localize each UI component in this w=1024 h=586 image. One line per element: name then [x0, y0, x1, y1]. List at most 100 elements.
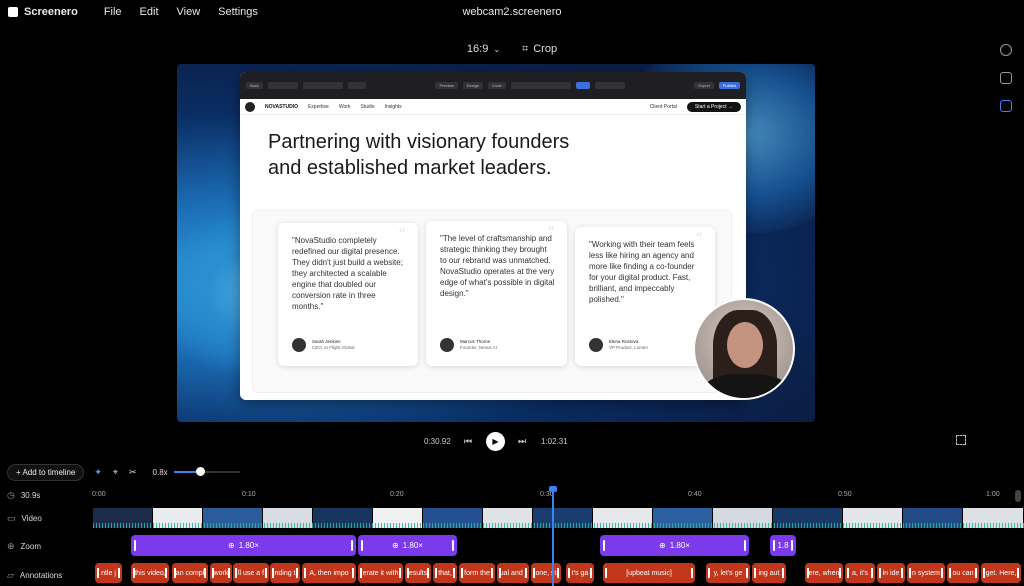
focus-icon[interactable]: ⌖	[113, 467, 118, 478]
site-brand: NOVASTUDIO	[265, 103, 298, 110]
zoom-segment[interactable]: 1.8	[770, 535, 796, 556]
zoom-segment-label: 1.8	[777, 541, 789, 550]
annotation-segment[interactable]: [upbeat music]	[603, 563, 695, 583]
menu-view[interactable]: View	[177, 6, 201, 18]
time-ruler: ◷ 30.9s 0:00 0:10 0:20 0:30 0:40 0:50 1:0…	[0, 488, 1024, 502]
avatar	[440, 338, 454, 352]
chip	[575, 82, 590, 89]
fullscreen-icon[interactable]	[956, 435, 966, 445]
testimonial-author: Sarah Jenkins CEO, In Flight Global	[292, 338, 355, 352]
video-icon: ▭	[7, 513, 16, 523]
annotation-segment[interactable]: form the	[459, 563, 495, 583]
editor-toolbar: 16:9 ⌄ ⌗ Crop	[0, 40, 1024, 58]
video-track[interactable]	[93, 508, 1024, 528]
zoom-segment[interactable]: ⊕ 1.80×	[600, 535, 749, 556]
palette-icon[interactable]	[1000, 44, 1012, 56]
zoom-segment-label: 1.80×	[669, 541, 690, 550]
play-button[interactable]: ▶	[486, 432, 505, 451]
annotation-segment[interactable]: t's ga	[566, 563, 594, 583]
annotation-segment[interactable]: this video,	[131, 563, 169, 583]
testimonial-quote: "Working with their team feels less like…	[589, 240, 695, 304]
annotation-segment[interactable]: that,	[433, 563, 457, 583]
tab-code: Code	[488, 82, 506, 89]
annotation-segment[interactable]: work	[210, 563, 232, 583]
clock-icon: ◷	[7, 490, 15, 500]
duration-value: 30.9s	[20, 491, 41, 500]
timeline-zoom-slider[interactable]	[173, 467, 240, 476]
zoom-segment[interactable]: ⊕ 1.80×	[358, 535, 457, 556]
annotation-segment[interactable]: y, let's ge	[706, 563, 750, 583]
annotation-segment[interactable]: a, it's	[845, 563, 875, 583]
scissors-icon[interactable]: ✂	[129, 467, 137, 478]
annotation-segment[interactable]: in ide	[877, 563, 905, 583]
add-to-timeline-button[interactable]: + Add to timeline	[7, 463, 85, 481]
annotation-segment[interactable]: ual and j	[497, 563, 529, 583]
annotation-segment[interactable]: esults	[405, 563, 431, 583]
site-logo-icon	[245, 101, 255, 112]
duration-label: ◷ 30.9s	[7, 490, 40, 501]
screen-icon[interactable]	[1000, 100, 1012, 112]
annotation-segment[interactable]: n system	[907, 563, 945, 583]
aspect-ratio-value: 16:9	[466, 43, 489, 55]
menu-edit[interactable]: Edit	[140, 6, 159, 18]
annotation-icon: ▱	[7, 570, 14, 580]
annotation-segment[interactable]: erate it with	[358, 563, 403, 583]
menu-file[interactable]: File	[104, 6, 122, 18]
webcam-face	[727, 322, 763, 368]
skip-back-icon[interactable]: ⏮	[464, 436, 472, 447]
webcam-overlay[interactable]	[693, 298, 795, 400]
ruler-tick: 0:00	[92, 491, 106, 498]
chip	[594, 82, 625, 89]
annotation-segment[interactable]: nding t	[270, 563, 300, 583]
zoom-segment[interactable]: ⊕ 1.80×	[131, 535, 356, 556]
testimonial-author: Marcus Thorne Founder, Nexus AI	[440, 338, 497, 352]
right-sidebar	[1000, 44, 1012, 112]
client-portal-link: Client Portal	[649, 103, 677, 110]
timeline-zoom-value: 0.8x	[152, 467, 168, 477]
zoom-segment-label: 1.80×	[238, 541, 259, 550]
aspect-ratio-select[interactable]: 16:9 ⌄	[467, 43, 500, 55]
crop-button[interactable]: ⌗ Crop	[522, 43, 557, 56]
site-nav: NOVASTUDIO Expertise Work Studio Insight…	[240, 99, 746, 115]
site-link: Studio	[360, 103, 375, 110]
playback-controls: 0:30.92 ⏮ ▶ ⏭ 1:02.31	[0, 432, 1024, 451]
add-to-timeline-label: Add to timeline	[22, 467, 76, 477]
track-label-video: ▭ Video	[7, 513, 42, 524]
site-link: Insights	[384, 103, 402, 110]
skip-forward-icon[interactable]: ⏭	[518, 436, 526, 447]
crop-label: Crop	[533, 43, 558, 55]
testimonial-quote: "NovaStudio completely redefined our dig…	[292, 236, 403, 311]
annotation-segment[interactable]: one, st	[531, 563, 561, 583]
playhead[interactable]	[549, 486, 557, 586]
layout-icon[interactable]	[1000, 72, 1012, 84]
webcam-body	[703, 374, 789, 398]
site-link: Work	[338, 103, 351, 110]
slider-knob[interactable]	[196, 467, 206, 476]
back-chip: Back	[246, 82, 263, 89]
annotation-segment[interactable]: ou can	[947, 563, 979, 583]
chip	[267, 82, 298, 89]
annotation-segment[interactable]: an compl	[172, 563, 208, 583]
timeline-toolbar: + Add to timeline ✦ ⌖ ✂ 0.8x	[0, 463, 1024, 481]
author-role: Founder, Nexus AI	[460, 345, 498, 350]
annotation-segment[interactable]: ing aut	[752, 563, 786, 583]
timeline-scrollbar[interactable]	[1015, 490, 1021, 502]
track-label-zoom: ⊕ Zoom	[7, 541, 41, 552]
chip	[347, 82, 366, 89]
annotation-segment[interactable]: get. Here,	[981, 563, 1021, 583]
current-time: 0:30.92	[424, 437, 451, 446]
annotation-segment[interactable]: ere, when	[805, 563, 843, 583]
app-name: Screenero	[24, 6, 78, 18]
quote-icon: “	[397, 225, 406, 244]
site-link: Expertise	[307, 103, 329, 110]
avatar	[292, 338, 306, 352]
track-label: Zoom	[20, 542, 41, 551]
annotation-segment[interactable]: A, then impo	[302, 563, 356, 583]
timeline-tools: ✦ ⌖ ✂	[94, 467, 136, 478]
menu-settings[interactable]: Settings	[218, 6, 258, 18]
annotation-segment[interactable]: ll use a f	[233, 563, 269, 583]
track-label-annotations: ▱ Annotations	[7, 570, 62, 581]
chevron-down-icon: ⌄	[493, 44, 501, 54]
annotation-segment[interactable]: ntle j	[95, 563, 122, 583]
magic-wand-icon[interactable]: ✦	[94, 467, 102, 478]
